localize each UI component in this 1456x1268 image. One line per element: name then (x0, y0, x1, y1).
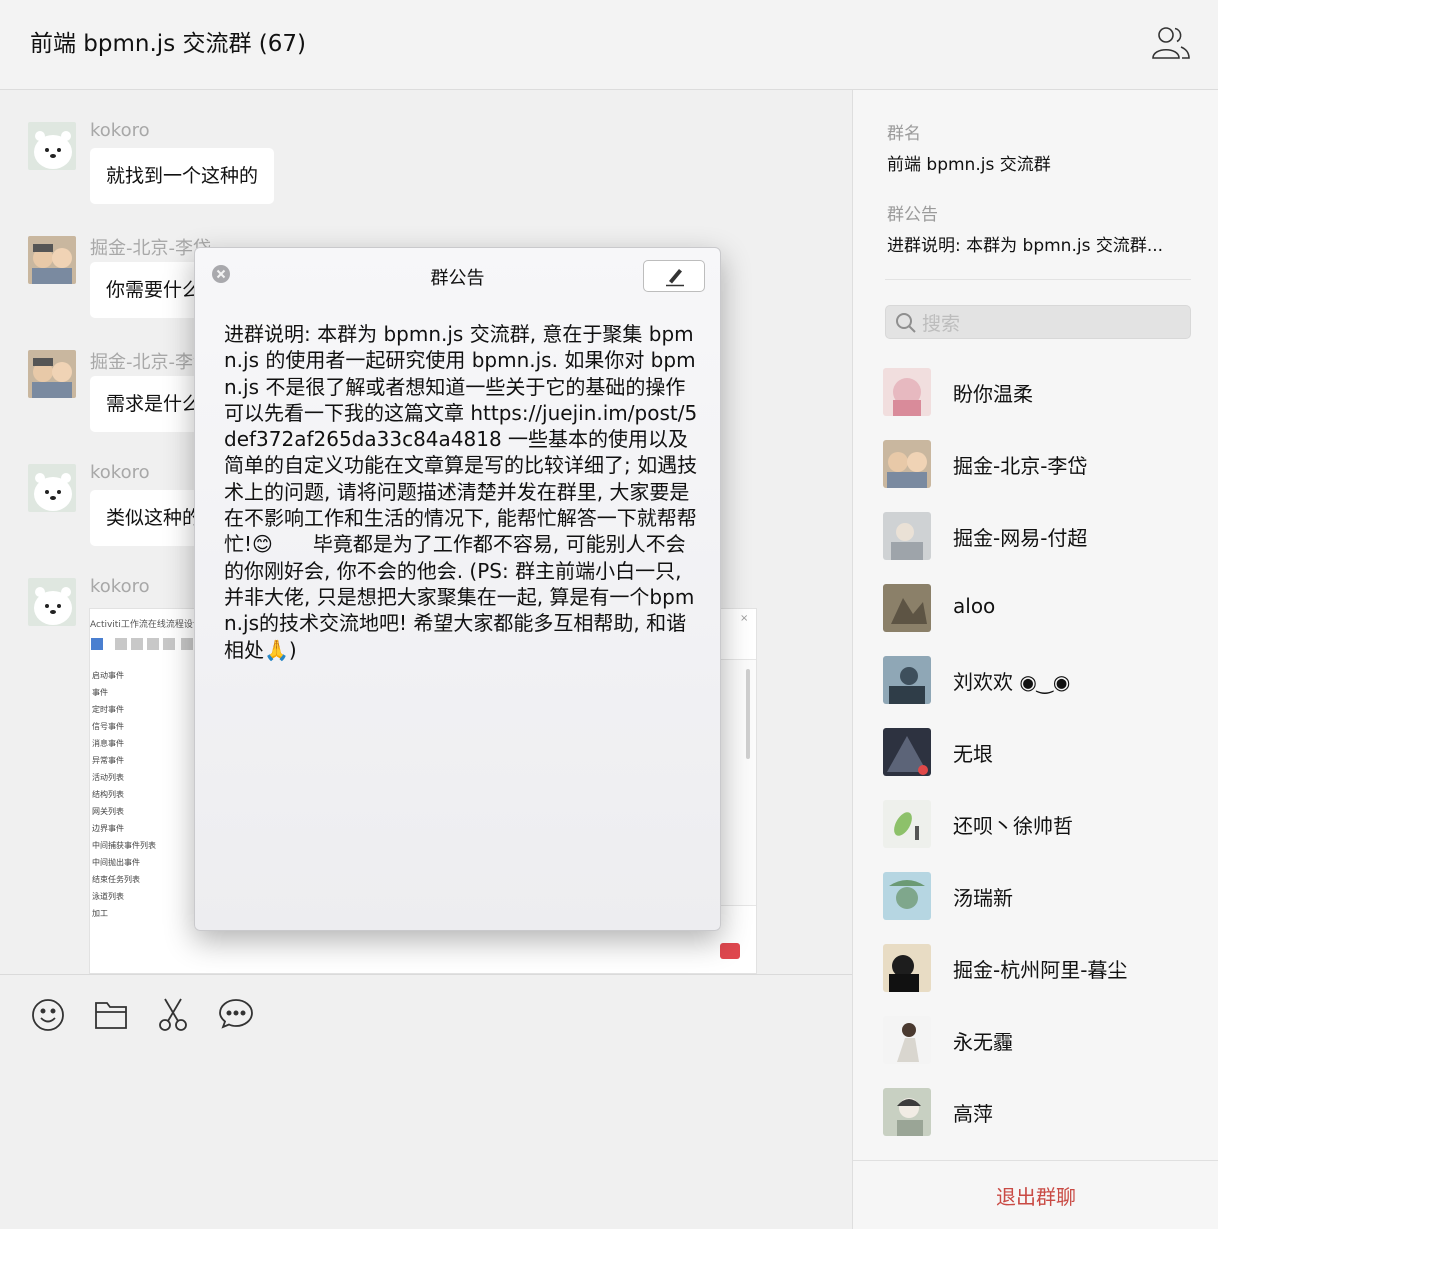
member-name: aloo (953, 594, 996, 618)
group-info-panel: 群名 前端 bpmn.js 交流群 群公告 进群说明: 本群为 bpmn.js … (852, 90, 1218, 1229)
group-notice-label: 群公告 (887, 205, 938, 225)
avatar (883, 584, 931, 632)
tree-item: 中间抛出事件 (92, 858, 140, 867)
group-name-label: 群名 (887, 124, 921, 144)
avatar (883, 1016, 931, 1064)
tree-item: 活动列表 (92, 773, 124, 782)
avatar (883, 944, 931, 992)
avatar (883, 1088, 931, 1136)
tree-item: 加工 (92, 909, 108, 918)
member-item[interactable]: 汤瑞新 (883, 872, 1193, 922)
member-name: 刘欢欢 ◉‿◉ (953, 670, 1071, 694)
screenshot-tree: 启动事件 事件 定时事件 信号事件 消息事件 异常事件 活动列表 结构列表 网关… (92, 667, 156, 922)
tree-item: 启动事件 (92, 671, 124, 680)
member-name: 还呗丶徐帅哲 (953, 814, 1073, 838)
members-icon[interactable] (1150, 22, 1192, 62)
tree-item: 结构列表 (92, 790, 124, 799)
member-name: 掘金-网易-付超 (953, 526, 1088, 550)
tree-item: 中间捕获事件列表 (92, 841, 156, 850)
tree-item: 边界事件 (92, 824, 124, 833)
tree-item: 消息事件 (92, 739, 124, 748)
member-item[interactable]: 高萍 (883, 1088, 1193, 1138)
avatar[interactable] (28, 122, 76, 170)
composer (0, 974, 852, 1229)
chat-window: 前端 bpmn.js 交流群 (67) kokoro 就找到一个这种的 掘金-北… (0, 0, 1218, 1229)
member-name: 盼你温柔 (953, 382, 1033, 406)
exit-group-button[interactable]: 退出群聊 (853, 1181, 1218, 1210)
folder-icon[interactable] (93, 995, 133, 1035)
group-notice-popup: 群公告 进群说明: 本群为 bpmn.js 交流群, 意在于聚集 bpmn.js… (194, 247, 721, 931)
popup-title: 群公告 (430, 268, 485, 289)
member-name: 掘金-北京-李岱 (953, 454, 1088, 478)
divider (885, 279, 1191, 280)
member-item[interactable]: 还呗丶徐帅哲 (883, 800, 1193, 850)
member-item[interactable]: aloo (883, 584, 1193, 634)
avatar (883, 368, 931, 416)
search-icon (896, 313, 916, 333)
scissors-icon[interactable] (155, 995, 195, 1035)
member-search[interactable]: 搜索 (885, 305, 1191, 339)
group-title: 前端 bpmn.js 交流群 (67) (30, 31, 307, 57)
group-notice-preview[interactable]: 进群说明: 本群为 bpmn.js 交流群... (887, 231, 1163, 256)
pencil-icon (666, 269, 684, 287)
title-bar: 前端 bpmn.js 交流群 (67) (0, 0, 1218, 90)
member-item[interactable]: 掘金-杭州阿里-暮尘 (883, 944, 1193, 994)
sender-name: kokoro (90, 462, 150, 483)
sender-name: kokoro (90, 120, 150, 141)
exit-section: 退出群聊 (853, 1160, 1218, 1229)
screenshot-badge-icon (720, 943, 740, 959)
sender-name: kokoro (90, 576, 150, 597)
member-item[interactable]: 盼你温柔 (883, 368, 1193, 418)
tree-item: 事件 (92, 688, 108, 697)
edit-button[interactable] (643, 260, 705, 292)
member-name: 永无霾 (953, 1030, 1013, 1054)
avatar[interactable] (28, 578, 76, 626)
avatar (883, 440, 931, 488)
member-name: 无垠 (953, 742, 993, 766)
avatar (883, 656, 931, 704)
avatar (883, 512, 931, 560)
sender-name: 掘金-北京-李岱 (90, 238, 211, 259)
avatar (883, 872, 931, 920)
avatar[interactable] (28, 350, 76, 398)
avatar[interactable] (28, 236, 76, 284)
member-item[interactable]: 掘金-北京-李岱 (883, 440, 1193, 490)
sender-name: 掘金-北京-李岱 (90, 352, 211, 373)
tree-item: 定时事件 (92, 705, 124, 714)
member-item[interactable]: 无垠 (883, 728, 1193, 778)
close-icon: × (740, 613, 749, 624)
chat-bubble-icon[interactable] (218, 995, 258, 1035)
group-name[interactable]: 前端 bpmn.js 交流群 (887, 150, 1051, 175)
emoji-icon[interactable] (30, 995, 70, 1035)
member-item[interactable]: 永无霾 (883, 1016, 1193, 1066)
avatar (883, 800, 931, 848)
tree-item: 异常事件 (92, 756, 124, 765)
tree-item: 网关列表 (92, 807, 124, 816)
member-item[interactable]: 掘金-网易-付超 (883, 512, 1193, 562)
screenshot-scrollbar (746, 669, 750, 759)
avatar[interactable] (28, 464, 76, 512)
member-name: 汤瑞新 (953, 886, 1013, 910)
member-name: 高萍 (953, 1102, 993, 1126)
member-name: 掘金-杭州阿里-暮尘 (953, 958, 1128, 982)
tree-item: 信号事件 (92, 722, 124, 731)
notice-body: 进群说明: 本群为 bpmn.js 交流群, 意在于聚集 bpmn.js 的使用… (224, 322, 698, 662)
search-placeholder: 搜索 (922, 313, 961, 335)
tree-item: 结束任务列表 (92, 875, 140, 884)
tree-item: 泳道列表 (92, 892, 124, 901)
avatar (883, 728, 931, 776)
message-bubble[interactable]: 就找到一个这种的 (90, 148, 275, 204)
member-item[interactable]: 刘欢欢 ◉‿◉ (883, 656, 1193, 706)
